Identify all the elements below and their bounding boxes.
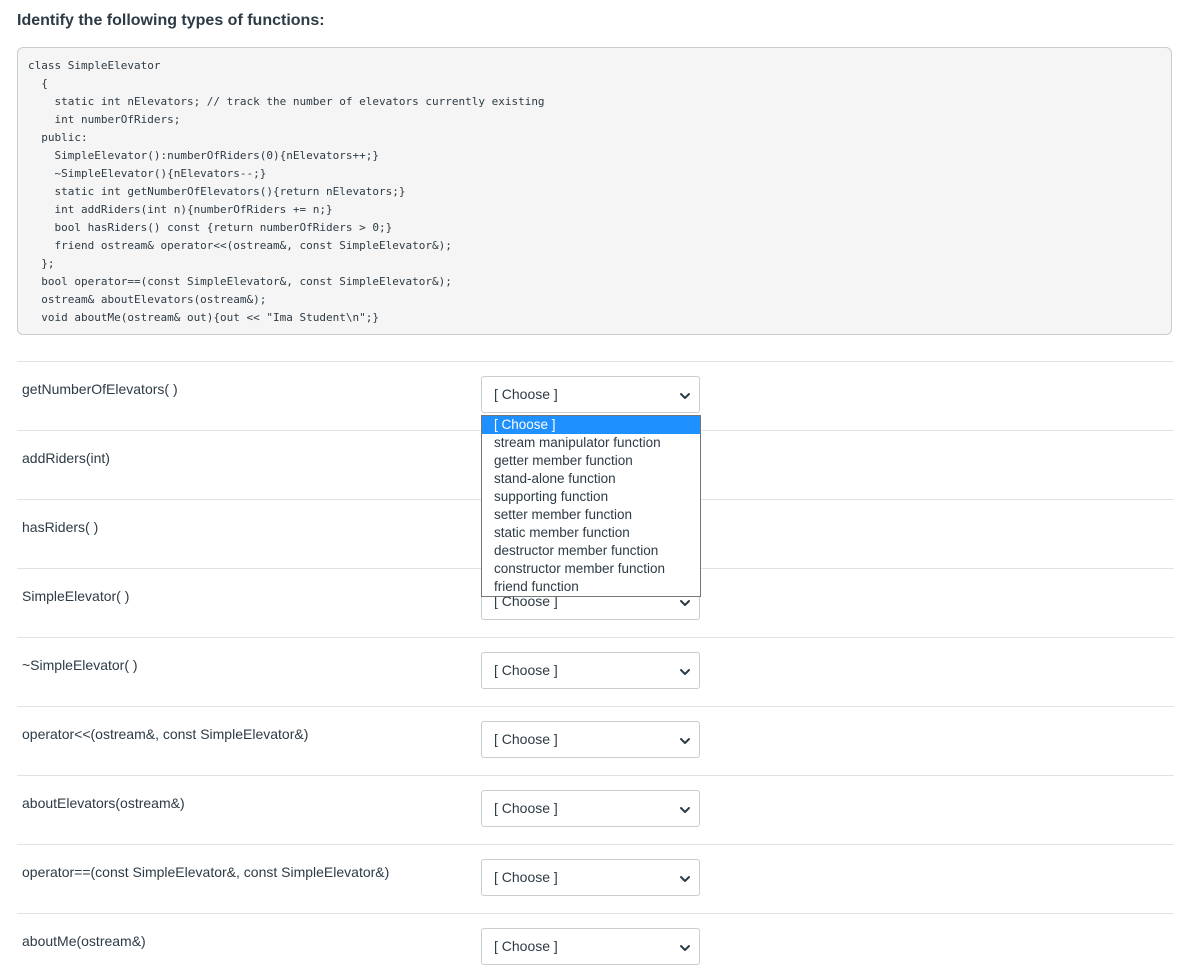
function-label: hasRiders( ) — [22, 519, 99, 535]
dropdown-option[interactable]: setter member function — [482, 506, 700, 524]
function-type-select[interactable]: [ Choose ] — [481, 859, 700, 896]
row-divider — [17, 637, 1174, 638]
dropdown-option[interactable]: destructor member function — [482, 542, 700, 560]
code-line: friend ostream& operator<<(ostream&, con… — [28, 239, 452, 252]
chevron-down-icon — [679, 941, 691, 953]
chevron-down-icon — [679, 872, 691, 884]
code-line: static int getNumberOfElevators(){return… — [28, 185, 406, 198]
code-line: public: — [28, 131, 88, 144]
dropdown-option[interactable]: [ Choose ] — [482, 416, 700, 434]
code-line: class SimpleElevator — [28, 59, 161, 72]
select-value: [ Choose ] — [494, 662, 558, 678]
select-value: [ Choose ] — [494, 869, 558, 885]
row-divider — [17, 844, 1174, 845]
select-value: [ Choose ] — [494, 938, 558, 954]
function-type-select[interactable]: [ Choose ] — [481, 376, 700, 413]
code-line: int numberOfRiders; — [28, 113, 181, 126]
function-label: SimpleElevator( ) — [22, 588, 130, 604]
dropdown-option[interactable]: stand-alone function — [482, 470, 700, 488]
code-line: }; — [28, 257, 55, 270]
code-block: class SimpleElevator { static int nEleva… — [17, 47, 1172, 335]
code-line: void aboutMe(ostream& out){out << "Ima S… — [28, 311, 379, 324]
code-line: ostream& aboutElevators(ostream&); — [28, 293, 267, 306]
quiz-page: Identify the following types of function… — [0, 0, 1190, 968]
chevron-down-icon — [679, 665, 691, 677]
code-line: int addRiders(int n){numberOfRiders += n… — [28, 203, 333, 216]
chevron-down-icon — [679, 389, 691, 401]
row-divider — [17, 913, 1174, 914]
function-type-select[interactable]: [ Choose ] — [481, 652, 700, 689]
dropdown-option[interactable]: static member function — [482, 524, 700, 542]
select-value: [ Choose ] — [494, 800, 558, 816]
question-title: Identify the following types of function… — [17, 12, 325, 29]
function-type-select[interactable]: [ Choose ] — [481, 928, 700, 965]
select-value: [ Choose ] — [494, 731, 558, 747]
dropdown-option[interactable]: stream manipulator function — [482, 434, 700, 452]
function-type-select[interactable]: [ Choose ] — [481, 721, 700, 758]
function-label: operator==(const SimpleElevator&, const … — [22, 864, 390, 880]
function-label: ~SimpleElevator( ) — [22, 657, 138, 673]
function-label: aboutMe(ostream&) — [22, 933, 146, 949]
code-line: static int nElevators; // track the numb… — [28, 95, 545, 108]
dropdown-option[interactable]: supporting function — [482, 488, 700, 506]
code-line: SimpleElevator():numberOfRiders(0){nElev… — [28, 149, 379, 162]
code-line: { — [28, 77, 48, 90]
chevron-down-icon — [679, 596, 691, 608]
function-label: addRiders(int) — [22, 450, 110, 466]
row-divider — [17, 775, 1174, 776]
dropdown-option[interactable]: getter member function — [482, 452, 700, 470]
code-line: ~SimpleElevator(){nElevators--;} — [28, 167, 267, 180]
function-label: getNumberOfElevators( ) — [22, 381, 178, 397]
code-line: bool hasRiders() const {return numberOfR… — [28, 221, 393, 234]
row-divider — [17, 706, 1174, 707]
select-value: [ Choose ] — [494, 386, 558, 402]
function-label: aboutElevators(ostream&) — [22, 795, 185, 811]
function-type-select[interactable]: [ Choose ] — [481, 790, 700, 827]
dropdown-option[interactable]: friend function — [482, 578, 700, 596]
function-label: operator<<(ostream&, const SimpleElevato… — [22, 726, 309, 742]
chevron-down-icon — [679, 734, 691, 746]
row-divider — [17, 361, 1174, 362]
dropdown-option[interactable]: constructor member function — [482, 560, 700, 578]
code-line: bool operator==(const SimpleElevator&, c… — [28, 275, 452, 288]
chevron-down-icon — [679, 803, 691, 815]
dropdown-options-list[interactable]: [ Choose ] stream manipulator function get… — [481, 415, 701, 597]
